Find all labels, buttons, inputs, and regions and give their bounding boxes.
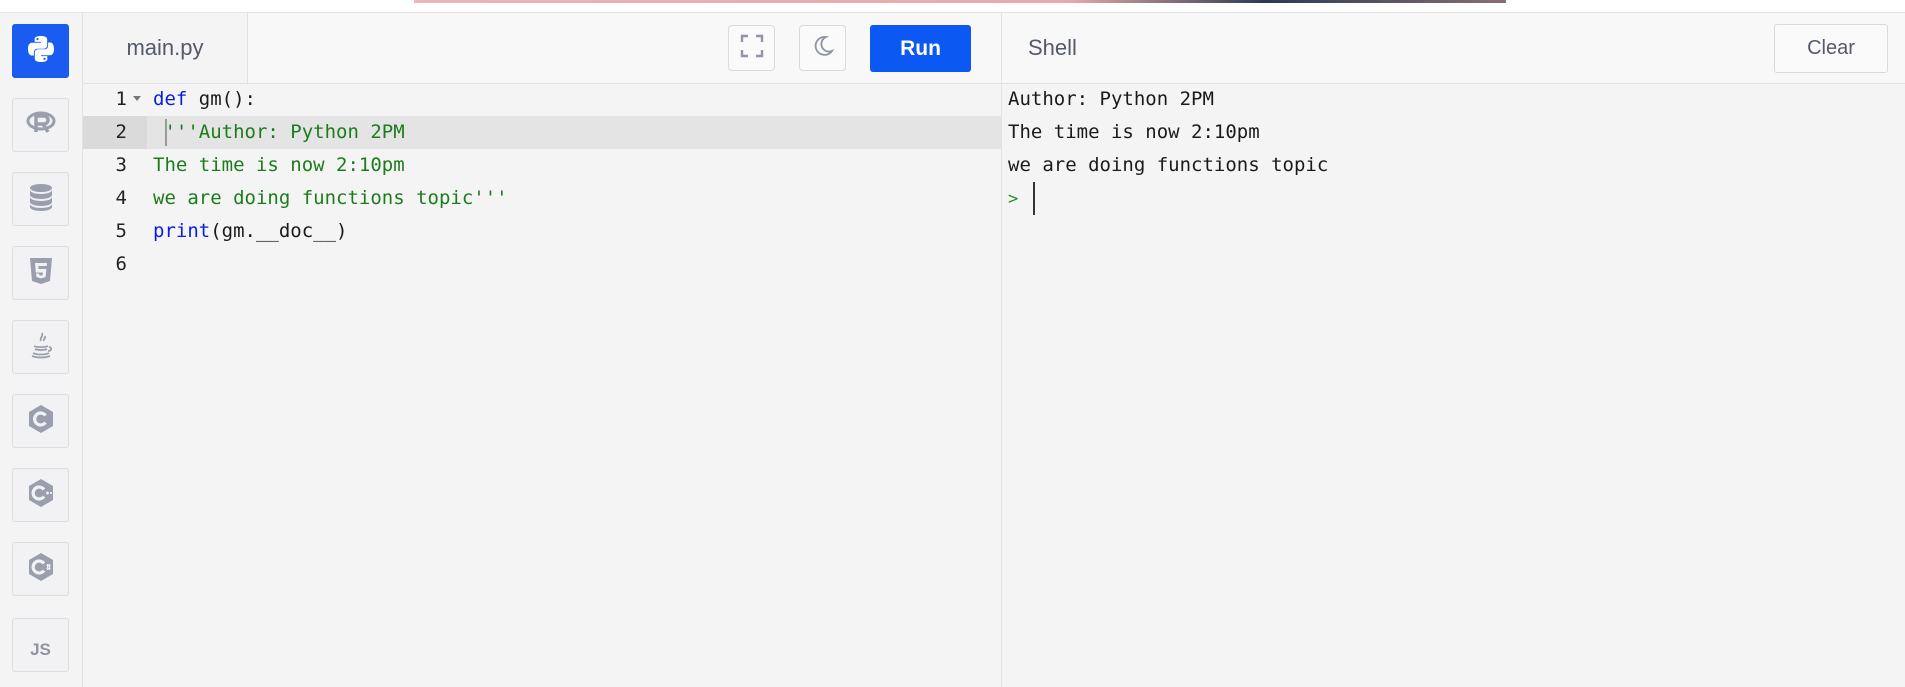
theme-toggle-button[interactable] [799,25,846,71]
code-line: 5 print(gm.__doc__) [83,215,1001,248]
code-line: 6 [83,248,1001,281]
sidebar-item-java[interactable] [12,320,69,374]
top-banner-strip [414,0,1506,3]
shell-output-line: Author: Python 2PM [1008,88,1214,110]
line-number: 2 [115,121,127,143]
moon-icon [811,34,835,63]
ide-app: JS main.py Run 1 def gm(): 2 '''Author: … [0,12,1905,687]
shell-output-line: we are doing functions topic [1008,154,1329,176]
editor-toolbar: main.py Run [83,13,1001,84]
line-number: 4 [115,187,127,209]
sidebar-item-r[interactable] [12,98,69,152]
run-button[interactable]: Run [870,25,971,72]
sidebar-item-c[interactable] [12,394,69,448]
shell-header: Shell Clear [1002,13,1905,84]
line-number: 5 [115,220,127,242]
sidebar-item-javascript[interactable]: JS [12,618,69,672]
language-sidebar: JS [0,13,83,687]
sidebar-item-sql[interactable] [12,172,69,226]
shell-cursor [1033,182,1035,215]
line-number: 1 [115,88,127,110]
shell-pane: Shell Clear Author: Python 2PM The time … [1002,13,1905,687]
code-line-active: 2 '''Author: Python 2PM [83,116,1001,149]
editor-pane: main.py Run 1 def gm(): 2 '''Author: Pyt… [83,13,1002,687]
r-icon [25,107,57,144]
c-icon [25,403,57,440]
file-tab-main-py[interactable]: main.py [83,13,248,83]
code-text: def gm(): [153,88,256,110]
code-line: 3 The time is now 2:10pm [83,149,1001,182]
prompt-symbol: > [1008,189,1019,209]
shell-title: Shell [1028,35,1077,60]
code-text: The time is now 2:10pm [153,154,405,176]
code-text: '''Author: Python 2PM [153,121,405,143]
shell-prompt-line[interactable]: > [1008,182,1888,215]
sidebar-item-csharp[interactable] [12,542,69,596]
html5-icon [25,255,57,292]
code-line: 1 def gm(): [83,83,1001,116]
clear-button[interactable]: Clear [1774,24,1888,73]
line-number: 3 [115,154,127,176]
shell-output-line: The time is now 2:10pm [1008,121,1260,143]
csharp-icon [25,551,57,588]
java-icon [25,329,57,366]
fullscreen-button[interactable] [728,25,775,71]
fullscreen-icon [739,33,765,64]
shell-output[interactable]: Author: Python 2PM The time is now 2:10p… [1008,83,1888,215]
cpp-icon [25,477,57,514]
sidebar-item-python[interactable] [12,24,69,78]
line-number: 6 [115,253,127,275]
js-icon: JS [30,640,51,659]
code-editor[interactable]: 1 def gm(): 2 '''Author: Python 2PM 3 Th… [83,83,1001,687]
sidebar-item-html[interactable] [12,246,69,300]
sidebar-item-cpp[interactable] [12,468,69,522]
code-text: print(gm.__doc__) [153,220,348,242]
database-icon [25,181,57,218]
code-line: 4 we are doing functions topic''' [83,182,1001,215]
fold-arrow-icon[interactable] [133,96,141,101]
code-text: we are doing functions topic''' [153,187,508,209]
python-icon [25,33,57,70]
